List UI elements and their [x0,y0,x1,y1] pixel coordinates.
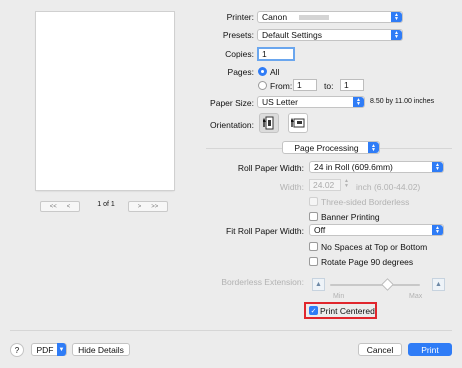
print-button[interactable]: Print [408,343,452,356]
paper-size-label: Paper Size: [210,98,254,108]
banner-printing-checkbox[interactable] [309,212,318,221]
slider-min-label: Min [333,293,345,300]
banner-printing-label: Banner Printing [321,212,380,222]
copies-field[interactable]: 1 [257,47,295,61]
section-value: Page Processing [294,142,359,153]
pages-from-label: From: [270,81,293,91]
paper-size-popup[interactable]: US Letter ▲ ▼ [257,96,365,108]
portrait-icon [263,116,274,130]
print-preview [36,12,174,190]
fit-roll-paper-width-value: Off [314,225,326,235]
slider-max-label: Max [409,293,423,300]
print-centered-checkbox[interactable]: ✓ [309,306,318,315]
cancel-button[interactable]: Cancel [358,343,402,356]
min-extension-icon: ▲ [312,278,325,291]
copies-label: Copies: [225,49,254,59]
landscape-icon [291,117,305,128]
fit-roll-paper-width-popup[interactable]: Off ▲ ▼ [309,224,444,236]
fit-roll-paper-width-label: Fit Roll Paper Width: [226,226,304,236]
printer-popup[interactable]: Canon ▲ ▼ [257,11,403,23]
borderless-extension-label: Borderless Extension: [221,277,304,287]
rotate-page-checkbox[interactable] [309,257,318,266]
three-sided-borderless-checkbox[interactable] [309,197,318,206]
presets-label: Presets: [222,30,254,40]
rotate-page-label: Rotate Page 90 degrees [321,257,414,267]
first-page-button[interactable]: << [50,204,57,210]
footer-divider [10,330,452,331]
landscape-orientation-button[interactable] [288,113,308,133]
chevron-updown-icon: ▲ ▼ [391,12,402,22]
chevron-updown-icon: ▲ ▼ [368,142,379,153]
pages-to-label: to: [324,81,334,91]
chevron-updown-icon: ▲ ▼ [353,97,364,107]
pages-label: Pages: [227,67,254,77]
prev-page-button[interactable]: < [67,204,71,210]
borderless-extension-slider-knob[interactable] [381,278,394,291]
portrait-orientation-button[interactable] [259,113,279,133]
no-spaces-checkbox[interactable] [309,242,318,251]
chevron-updown-icon: ▲ ▼ [432,225,443,235]
pdf-button[interactable]: PDF ▼ [31,343,67,356]
no-spaces-label: No Spaces at Top or Bottom [321,242,428,252]
presets-popup[interactable]: Default Settings ▲ ▼ [257,29,403,41]
paper-size-dimensions: 8.50 by 11.00 inches [370,98,435,105]
page-indicator: 1 of 1 [97,201,115,208]
width-field[interactable]: 24.02 [309,179,341,191]
print-centered-label: Print Centered [320,306,375,316]
page-nav-next-last[interactable]: > >> [128,201,168,212]
chevron-updown-icon: ▲ ▼ [391,30,402,40]
roll-paper-width-label: Roll Paper Width: [237,163,304,173]
pages-all-radio[interactable] [258,67,267,76]
hide-details-button[interactable]: Hide Details [72,343,130,356]
section-popup[interactable]: Page Processing ▲ ▼ [282,141,380,154]
borderless-extension-slider-track[interactable] [330,284,420,286]
roll-paper-width-value: 24 in Roll (609.6mm) [314,162,393,172]
chevron-updown-icon: ▲ ▼ [432,162,443,172]
last-page-button[interactable]: >> [151,204,158,210]
chevron-down-icon: ▼ [57,343,66,356]
presets-value: Default Settings [262,30,323,40]
pages-all-label: All [270,67,280,77]
printer-model-redacted [299,14,329,20]
printer-label: Printer: [226,12,254,22]
paper-size-value: US Letter [262,97,298,107]
width-label: Width: [279,182,304,192]
width-range: inch (6.00-44.02) [356,182,421,192]
next-page-button[interactable]: > [138,204,142,210]
max-extension-icon: ▲ [432,278,445,291]
pdf-label: PDF [36,344,54,355]
printer-value: Canon [262,12,288,22]
width-stepper[interactable]: ▲ ▼ [343,179,350,191]
pages-from-radio[interactable] [258,81,267,90]
help-button[interactable]: ? [10,343,24,357]
page-nav-first-prev[interactable]: << < [40,201,80,212]
roll-paper-width-popup[interactable]: 24 in Roll (609.6mm) ▲ ▼ [309,161,444,173]
pages-from-field[interactable]: 1 [293,79,317,91]
three-sided-borderless-label: Three-sided Borderless [321,197,410,207]
pages-to-field[interactable]: 1 [340,79,364,91]
orientation-label: Orientation: [210,120,254,130]
